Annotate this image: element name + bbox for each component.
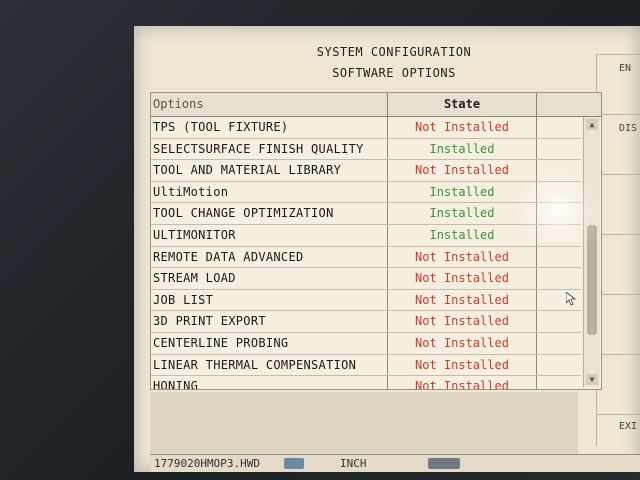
table-row[interactable]: SELECTSURFACE FINISH QUALITY Installed (151, 138, 581, 161)
table-row[interactable]: LINEAR THERMAL COMPENSATION Not Installed (151, 354, 581, 377)
softkey-6[interactable] (596, 354, 640, 414)
option-name: LINEAR THERMAL COMPENSATION (153, 357, 357, 372)
table-row[interactable]: 3D PRINT EXPORT Not Installed (151, 311, 581, 333)
softkey-3[interactable] (596, 174, 640, 234)
table-row[interactable]: UltiMotion Installed (151, 181, 581, 204)
option-state: Not Installed (387, 289, 537, 311)
option-name: STREAM LOAD (153, 271, 236, 286)
option-state: Installed (387, 203, 537, 224)
page-title: SYSTEM CONFIGURATION SOFTWARE OPTIONS (284, 42, 504, 84)
option-state: Installed (387, 224, 537, 246)
table-row[interactable]: JOB LIST Not Installed (151, 289, 581, 312)
option-state: Not Installed (387, 117, 537, 138)
option-state: Not Installed (387, 311, 537, 332)
option-state: Not Installed (387, 332, 537, 354)
message-area (150, 392, 578, 454)
column-header-options: Options (153, 97, 204, 111)
scroll-down-icon[interactable]: ▼ (586, 374, 598, 385)
softkey-dis-label: DIS (619, 123, 638, 134)
units-indicator: INCH (340, 457, 367, 470)
option-name: 3D PRINT EXPORT (153, 314, 266, 329)
option-name: HONING (153, 379, 199, 390)
option-state: Installed (387, 138, 537, 160)
table-row[interactable]: REMOTE DATA ADVANCED Not Installed (151, 246, 581, 269)
option-state: Not Installed (387, 160, 537, 181)
option-name: TOOL AND MATERIAL LIBRARY (153, 163, 342, 178)
status-bar: 1779020HMOP3.HWD INCH (150, 454, 640, 472)
option-state: Not Installed (387, 246, 537, 268)
option-name: TPS (TOOL FIXTURE) (153, 120, 289, 134)
column-header-state: State (387, 93, 537, 116)
table-row[interactable]: ULTIMONITOR Installed (151, 224, 581, 247)
table-row[interactable]: STREAM LOAD Not Installed (151, 268, 581, 290)
software-options-table: Options State TPS (TOOL FIXTURE) Not Inst… (150, 92, 602, 390)
softkey-top[interactable]: EN (596, 54, 640, 114)
table-body: TPS (TOOL FIXTURE) Not Installed SELECTSU… (151, 117, 581, 390)
option-name: JOB LIST (153, 292, 214, 307)
control-screen: SYSTEM CONFIGURATION SOFTWARE OPTIONS EN… (134, 26, 640, 472)
title-line-1: SYSTEM CONFIGURATION (316, 45, 472, 59)
option-name: SELECTSURFACE FINISH QUALITY (153, 141, 364, 156)
title-line-2: SOFTWARE OPTIONS (332, 66, 456, 80)
table-row[interactable]: CENTERLINE PROBING Not Installed (151, 332, 581, 355)
option-name: ULTIMONITOR (153, 227, 236, 242)
table-row[interactable]: HONING Not Installed (151, 376, 581, 390)
table-row[interactable]: TOOL CHANGE OPTIMIZATION Installed (151, 203, 581, 225)
option-state: Not Installed (387, 354, 537, 376)
softkey-exit-label: EXI (619, 421, 638, 432)
option-name: UltiMotion (153, 184, 229, 199)
option-state: Not Installed (387, 376, 537, 389)
option-state: Not Installed (387, 268, 537, 289)
scrollbar-thumb[interactable] (587, 225, 597, 335)
mouse-pointer-icon (566, 292, 576, 306)
program-filename: 1779020HMOP3.HWD (154, 457, 260, 470)
softkey-5[interactable] (596, 294, 640, 354)
scroll-up-icon[interactable]: ▲ (586, 119, 598, 130)
softkey-dis[interactable]: DIS (596, 114, 640, 174)
option-name: CENTERLINE PROBING (153, 335, 289, 350)
option-state: Installed (387, 181, 537, 203)
table-scrollbar[interactable]: ▲ ▼ (583, 117, 600, 387)
option-name: REMOTE DATA ADVANCED (153, 249, 304, 264)
softkey-4[interactable] (596, 234, 640, 294)
option-name: TOOL CHANGE OPTIMIZATION (153, 206, 334, 221)
table-row[interactable]: TOOL AND MATERIAL LIBRARY Not Installed (151, 160, 581, 182)
softkey-top-label: EN (619, 63, 632, 74)
table-header: Options State (151, 93, 601, 117)
status-indicator-icon[interactable] (428, 458, 460, 469)
table-row[interactable]: TPS (TOOL FIXTURE) Not Installed (151, 117, 581, 139)
keyboard-icon[interactable] (284, 458, 304, 469)
right-softkey-panel: EN DIS EXI (596, 26, 640, 446)
softkey-exit[interactable]: EXI (596, 414, 640, 446)
